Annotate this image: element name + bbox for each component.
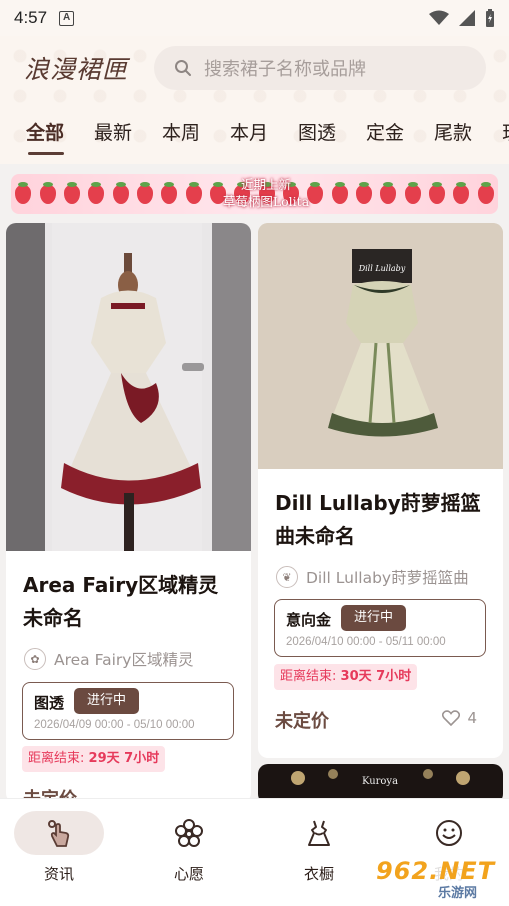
countdown-prefix: 距离结束:	[280, 669, 337, 684]
search-placeholder: 搜索裙子名称或品牌	[204, 59, 366, 80]
search-icon	[175, 60, 191, 76]
hand-tap-icon	[48, 820, 70, 847]
tab-instock[interactable]: 现	[502, 118, 509, 158]
flower-icon	[175, 819, 203, 847]
dress-photo-illustration: Dill Lullaby	[258, 223, 503, 469]
product-card[interactable]: Dill Lullaby Dill Lullaby莳萝摇篮曲未命名 ❦ Dill…	[258, 223, 503, 758]
strawberry-icon	[429, 181, 446, 204]
status-icons	[429, 9, 495, 27]
countdown-badge: 距离结束: 29天 7小时	[22, 746, 166, 772]
watermark-text: 乐游网	[438, 886, 478, 901]
heart-icon	[442, 710, 461, 726]
search-bar[interactable]: 搜索裙子名称或品牌	[154, 46, 486, 90]
promo-banner[interactable]: 近期上新 草莓柄图Lolita	[11, 174, 498, 214]
product-title: Area Fairy区域精灵未命名	[23, 573, 219, 630]
status-bar: 4:57 A	[0, 0, 509, 36]
photo-logo-text: Dill Lullaby	[358, 264, 406, 273]
dress-photo-illustration	[52, 223, 204, 551]
countdown-badge: 距离结束: 30天 7小时	[274, 664, 418, 690]
sale-dates: 2026/04/10 00:00 - 05/11 00:00	[286, 636, 446, 648]
status-badge: 进行中	[74, 688, 140, 714]
strawberry-icon	[88, 181, 105, 204]
brand-logo-icon: ✿	[24, 648, 46, 670]
nav-icon-wrap	[144, 811, 234, 855]
tab-this-month[interactable]: 本月	[230, 118, 298, 158]
nav-icon-wrap	[274, 811, 364, 855]
tab-all[interactable]: 全部	[26, 118, 94, 158]
brand-row[interactable]: ❦ Dill Lullaby莳萝摇篮曲	[276, 566, 469, 588]
notification-a-icon: A	[59, 10, 75, 26]
strawberry-icon	[355, 181, 372, 204]
banner-line2: 草莓柄图Lolita	[222, 194, 310, 209]
nav-icon-wrap	[14, 811, 104, 855]
nav-wardrobe[interactable]: 衣橱	[264, 799, 374, 906]
brand-row[interactable]: ✿ Area Fairy区域精灵	[24, 648, 193, 670]
strawberry-icon	[63, 181, 80, 204]
strawberry-icon	[380, 181, 397, 204]
brand-name: Area Fairy区域精灵	[54, 651, 194, 669]
wifi-icon	[429, 10, 449, 25]
countdown-value: 29天 7小时	[88, 751, 160, 766]
tab-preview[interactable]: 图透	[298, 118, 366, 158]
brand-logo-icon: ❦	[276, 566, 298, 588]
sale-type: 意向金	[286, 611, 332, 629]
countdown-prefix: 距离结束:	[28, 751, 85, 766]
site-watermark: 962.NET 乐游网	[370, 857, 502, 903]
sale-dates: 2026/04/09 00:00 - 05/10 00:00	[34, 719, 195, 731]
banner-line1: 近期上新	[240, 177, 291, 192]
sale-status-box: 意向金 进行中 2026/04/10 00:00 - 05/11 00:00	[274, 599, 486, 657]
tab-this-week[interactable]: 本周	[162, 118, 230, 158]
sale-status-box: 图透 进行中 2026/04/09 00:00 - 05/10 00:00	[22, 682, 234, 740]
nav-label: 心愿	[173, 865, 204, 883]
countdown-value: 30天 7小时	[340, 669, 412, 684]
nav-news[interactable]: 资讯	[4, 799, 114, 906]
status-time: 4:57	[14, 8, 48, 27]
nav-label: 资讯	[43, 865, 74, 883]
strawberry-icon	[112, 181, 129, 204]
signal-icon	[459, 10, 475, 26]
strawberry-icon	[331, 181, 348, 204]
brand-name: Dill Lullaby莳萝摇篮曲	[306, 569, 469, 587]
price-label: 未定价	[275, 711, 329, 732]
like-count: 4	[467, 709, 477, 727]
smile-icon	[436, 820, 462, 846]
nav-wishlist[interactable]: 心愿	[134, 799, 244, 906]
app-logo: 浪漫裙匣	[24, 55, 129, 84]
nav-icon-wrap	[404, 811, 494, 855]
nav-label: 衣橱	[303, 865, 334, 883]
battery-icon	[486, 9, 494, 27]
category-tabs: 全部 最新 本周 本月 图透 定金 尾款 现	[0, 116, 509, 160]
product-photo: Dill Lullaby	[258, 223, 503, 469]
tab-deposit[interactable]: 定金	[366, 118, 434, 158]
tab-balance[interactable]: 尾款	[434, 118, 502, 158]
product-photo	[6, 223, 251, 551]
app-header: 浪漫裙匣 搜索裙子名称或品牌 全部 最新 本周 本月 图透 定金 尾款 现	[0, 36, 509, 164]
strawberry-icon	[404, 181, 421, 204]
product-title: Dill Lullaby莳萝摇篮曲未命名	[275, 491, 481, 548]
product-card[interactable]: Area Fairy区域精灵未命名 ✿ Area Fairy区域精灵 图透 进行…	[6, 223, 251, 803]
photo-logo-text: Kuroya	[362, 776, 398, 787]
status-badge: 进行中	[341, 605, 407, 631]
strawberry-icon	[453, 181, 470, 204]
like-button[interactable]: 4	[442, 709, 477, 727]
dress-icon	[308, 820, 330, 846]
strawberry-icon	[15, 181, 32, 204]
strawberry-icon	[39, 181, 56, 204]
strawberry-icon	[136, 181, 153, 204]
watermark-logo: 962.NET	[376, 857, 496, 885]
strawberry-icon	[477, 181, 494, 204]
strawberry-icon	[185, 181, 202, 204]
sale-type: 图透	[34, 694, 65, 712]
tab-latest[interactable]: 最新	[94, 118, 162, 158]
banner-text: 近期上新 草莓柄图Lolita	[201, 176, 331, 210]
strawberry-icon	[161, 181, 178, 204]
